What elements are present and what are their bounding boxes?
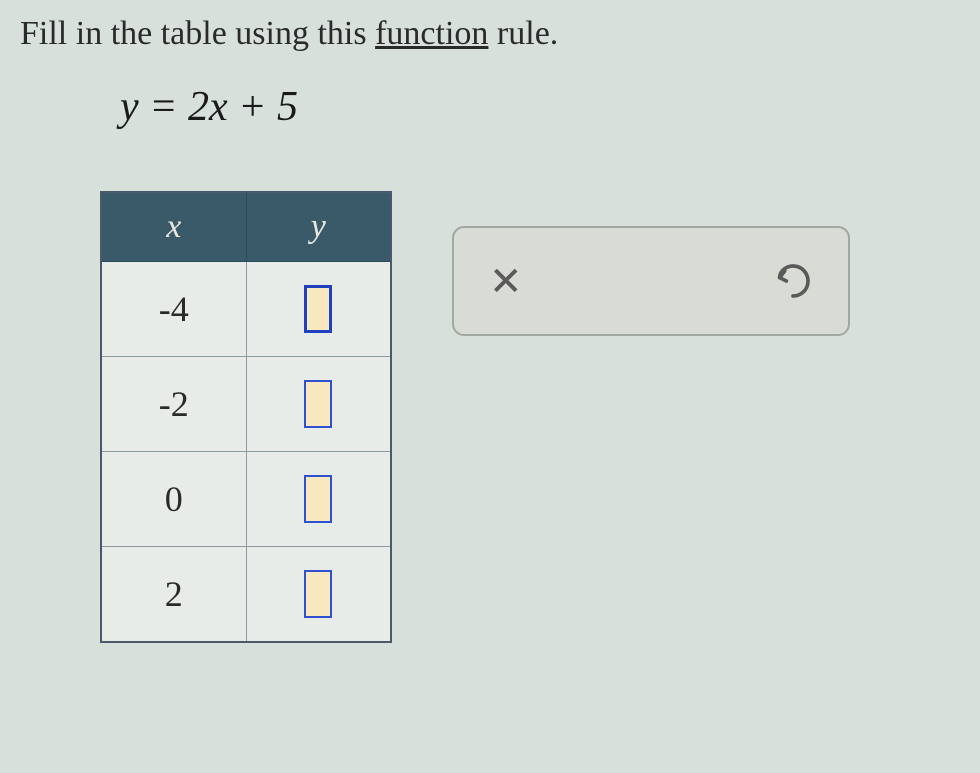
header-y: y (246, 192, 391, 262)
answer-input-1[interactable] (304, 285, 332, 333)
y-cell (246, 547, 391, 642)
y-cell (246, 452, 391, 547)
instruction-text: Fill in the table using this function ru… (20, 15, 960, 53)
undo-icon[interactable] (773, 261, 813, 301)
function-table: x y -4 -2 0 (100, 191, 392, 643)
y-cell (246, 357, 391, 452)
equation-text: y = 2x + 5 (120, 83, 960, 131)
instruction-suffix: rule. (488, 15, 558, 52)
x-cell: 2 (101, 547, 246, 642)
answer-input-4[interactable] (304, 570, 332, 618)
table-row: 2 (101, 547, 391, 642)
table-row: -2 (101, 357, 391, 452)
x-cell: -2 (101, 357, 246, 452)
x-cell: 0 (101, 452, 246, 547)
y-cell (246, 262, 391, 357)
table-row: 0 (101, 452, 391, 547)
instruction-prefix: Fill in the table using this (20, 15, 375, 52)
table-row: -4 (101, 262, 391, 357)
x-cell: -4 (101, 262, 246, 357)
close-icon[interactable]: ✕ (489, 258, 523, 305)
function-link[interactable]: function (375, 15, 488, 52)
control-panel: ✕ (452, 226, 850, 336)
header-x: x (101, 192, 246, 262)
answer-input-3[interactable] (304, 475, 332, 523)
answer-input-2[interactable] (304, 380, 332, 428)
